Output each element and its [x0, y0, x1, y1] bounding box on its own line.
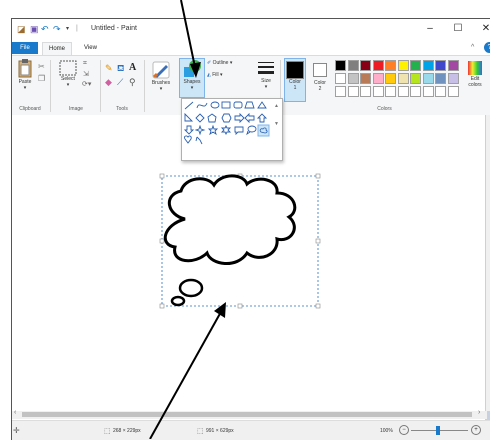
arrow-line-bottom: [149, 309, 223, 439]
arrow-line-top: [180, 0, 197, 73]
annotation-arrows: [149, 0, 226, 439]
arrow-head-top: [190, 62, 201, 78]
